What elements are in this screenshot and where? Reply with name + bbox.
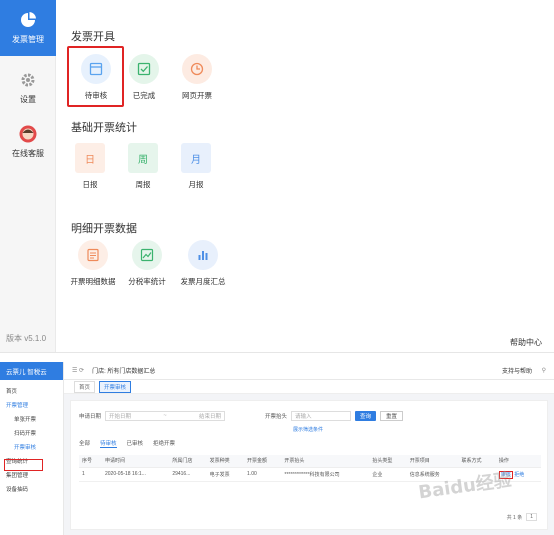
col-header: 开票项目: [406, 455, 459, 468]
tile-weekly-report[interactable]: 周 周报: [113, 135, 173, 205]
filter-row: 申请日期 开始日期 ~ 结束日期 开票抬头 请输入 查询 重置: [79, 411, 404, 421]
app-logo: 云票儿 智税云: [0, 362, 63, 380]
search-button[interactable]: 查询: [355, 411, 377, 421]
menu-item-home[interactable]: 首页: [0, 384, 63, 398]
customer-service-avatar-icon: [19, 125, 37, 143]
admin-menu: 首页 开票管理 单张开票 扫码开票 开票审核 查询统计 集团管理 设备抽码: [0, 384, 63, 496]
col-header: 申请时间: [102, 455, 170, 468]
pie-chart-icon: [19, 11, 37, 29]
list-document-icon: [78, 240, 108, 270]
tab-home[interactable]: 首页: [74, 380, 96, 393]
tile-monthly-summary[interactable]: 发票月度汇总: [176, 232, 230, 302]
date-end: 结束日期: [199, 414, 222, 420]
tile-tax-rate-stats[interactable]: 分税率统计: [122, 232, 172, 302]
menu-item-device[interactable]: 设备抽码: [0, 482, 63, 496]
tile-monthly-report[interactable]: 月 月报: [166, 135, 226, 205]
tile-completed[interactable]: 已完成: [114, 46, 174, 116]
col-header: 联系方式: [458, 455, 496, 468]
col-header: 开票抬头: [281, 455, 370, 468]
reject-action-link[interactable]: 拒绝: [514, 472, 524, 478]
tile-label: 开票明细数据: [70, 277, 116, 286]
cell-type: 电子发票: [206, 467, 245, 482]
tile-invoice-detail-data[interactable]: 开票明细数据: [66, 232, 120, 302]
bar-chart-icon: [188, 240, 218, 270]
col-header: 操作: [495, 455, 541, 468]
menu-item-invoice-review[interactable]: 开票审核: [0, 440, 63, 454]
cell-time: 2020-05-18 16:1...: [102, 467, 170, 482]
rail-item-settings[interactable]: 设置: [0, 60, 56, 116]
reset-button[interactable]: 重置: [380, 411, 404, 421]
date-label: 申请日期: [79, 414, 102, 420]
calendar-month-icon: 月: [181, 143, 211, 173]
col-header: 开票金额: [244, 455, 282, 468]
total-count: 共 1 条: [506, 514, 523, 521]
cell-amount: 1.00: [244, 467, 282, 482]
rail-label: 在线客服: [12, 149, 44, 158]
show-filters-link[interactable]: 展示筛选条件: [293, 426, 323, 433]
help-center-link[interactable]: 帮助中心: [510, 337, 542, 348]
rail-label: 发票管理: [12, 35, 44, 44]
admin-sidebar: 云票儿 智税云 首页 开票管理 单张开票 扫码开票 开票审核 查询统计 集团管理…: [0, 362, 64, 535]
date-separator: ~: [163, 413, 167, 419]
tab-invoice-review[interactable]: 开票审核: [99, 380, 132, 393]
menu-item-invoice-management[interactable]: 开票管理: [0, 398, 63, 412]
status-tab-all[interactable]: 全部: [79, 439, 90, 448]
highlight-box: [4, 459, 43, 471]
tile-label: 已完成: [132, 91, 156, 100]
menu-toggle-icon[interactable]: ☰ ⟳: [72, 367, 84, 374]
breadcrumb[interactable]: 门店: 所有门店数据汇总: [92, 366, 155, 375]
section-divider: [0, 352, 554, 362]
date-range-input[interactable]: 开始日期 ~ 结束日期: [105, 411, 226, 421]
rail-item-online-service[interactable]: 在线客服: [0, 114, 56, 170]
tile-label: 网页开票: [182, 91, 212, 100]
col-header: 发票种类: [206, 455, 245, 468]
user-icon[interactable]: ⚲: [542, 367, 546, 374]
calendar-week-icon: 周: [128, 143, 158, 173]
table-header-row: 序号 申请时间 所属门店 发票种类 开票金额 开票抬头 抬头类型 开票项目 联系…: [79, 455, 541, 468]
cell-index: 1: [79, 467, 102, 482]
status-tabs: 全部 待审核 已审核 拒绝开票: [79, 439, 175, 448]
page-tabs: 首页 开票审核: [64, 380, 554, 394]
tile-label: 分税率统计: [128, 277, 166, 286]
side-rail: 发票管理 设置 在线客服 版本 v5.1.0: [0, 0, 56, 352]
menu-item-scan-invoice[interactable]: 扫码开票: [0, 426, 63, 440]
col-header: 序号: [79, 455, 102, 468]
clock-icon: [182, 54, 212, 84]
check-icon: [129, 54, 159, 84]
page-number[interactable]: 1: [526, 513, 537, 521]
section-title-issue: 发票开具: [71, 31, 115, 43]
head-input[interactable]: 请输入: [291, 411, 352, 421]
status-tab-pending[interactable]: 待审核: [100, 439, 117, 448]
admin-console: 云票儿 智税云 首页 开票管理 单张开票 扫码开票 开票审核 查询统计 集团管理…: [0, 362, 554, 535]
tile-label: 发票月度汇总: [180, 277, 226, 286]
admin-topbar: ☰ ⟳ 门店: 所有门店数据汇总 支持与帮助 ⚲: [64, 362, 554, 380]
tile-label: 周报: [135, 180, 151, 189]
col-header: 所属门店: [169, 455, 207, 468]
status-tab-reviewed[interactable]: 已审核: [127, 439, 144, 448]
cell-store: 29416...: [169, 467, 207, 482]
section-title-stats: 基础开票统计: [71, 122, 137, 134]
pagination: 共 1 条 1: [507, 513, 537, 521]
tile-label: 月报: [188, 180, 204, 189]
main-content: 发票开具 待审核 已完成 网页开票 基础开票统计 日 日报 周 周报 月 月报 …: [56, 0, 554, 352]
image-chart-icon: [132, 240, 162, 270]
tile-label: 日报: [82, 180, 98, 189]
rail-label: 设置: [20, 95, 36, 104]
col-header: 抬头类型: [369, 455, 407, 468]
version-label: 版本 v5.1.0: [6, 334, 47, 343]
menu-item-single-invoice[interactable]: 单张开票: [0, 412, 63, 426]
rail-item-invoice-management[interactable]: 发票管理: [0, 0, 56, 56]
support-link[interactable]: 支持与帮助: [502, 366, 532, 375]
gear-icon: [19, 71, 37, 89]
review-card: 申请日期 开始日期 ~ 结束日期 开票抬头 请输入 查询 重置 展示筛选条件 全…: [70, 400, 548, 530]
tile-daily-report[interactable]: 日 日报: [60, 135, 120, 205]
head-label: 开票抬头: [265, 414, 288, 420]
tile-web-invoice[interactable]: 网页开票: [167, 46, 227, 116]
cell-head: *************科技有限公司: [281, 467, 370, 482]
date-start: 开始日期: [109, 414, 132, 420]
status-tab-rejected[interactable]: 拒绝开票: [153, 439, 175, 448]
cell-head-type: 企业: [369, 467, 407, 482]
calendar-day-icon: 日: [75, 143, 105, 173]
invoice-module: 发票管理 设置 在线客服 版本 v5.1.0 发票开具 待审核 已完成 网页开票…: [0, 0, 554, 352]
